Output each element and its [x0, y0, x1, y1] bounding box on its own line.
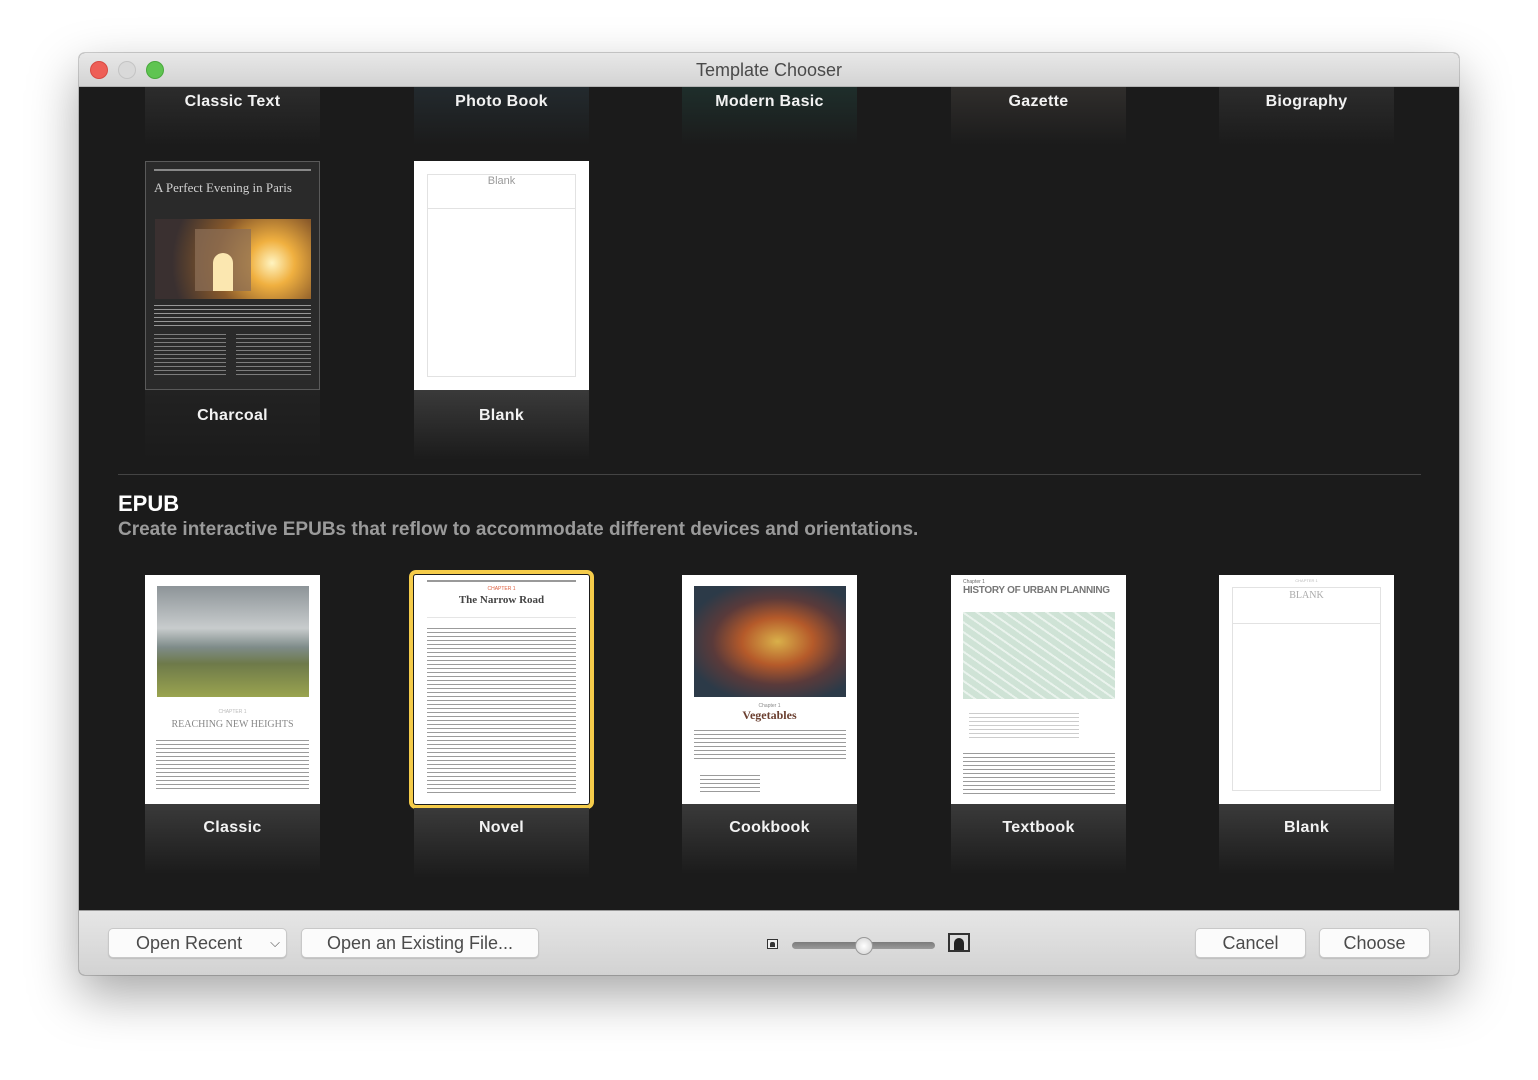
template-epub-textbook[interactable]: Chapter 1 HISTORY OF URBAN PLANNING Text…	[951, 575, 1126, 875]
preview-text	[154, 334, 226, 376]
person-silhouette	[954, 938, 964, 950]
template-label: Gazette	[1008, 93, 1069, 110]
template-thumbnail: Chapter 1 Vegetables	[682, 575, 857, 804]
title-bar: Template Chooser	[79, 53, 1459, 87]
template-thumbnail: A Perfect Evening in Paris	[145, 161, 320, 390]
template-reflection	[1219, 804, 1394, 874]
rule-line	[427, 617, 576, 618]
preview-image-city-map	[963, 612, 1115, 699]
template-reflection	[951, 804, 1126, 874]
large-thumbnail-icon[interactable]	[948, 933, 970, 952]
template-reflection	[145, 804, 320, 874]
chevron-down-icon: ⌵	[270, 935, 280, 950]
preview-text	[154, 305, 311, 329]
template-epub-blank[interactable]: CHAPTER 1 BLANK Blank	[1219, 575, 1394, 875]
template-label: Blank	[478, 407, 525, 424]
template-thumbnail: CHAPTER 1 BLANK	[1219, 575, 1394, 804]
header-divider	[1232, 623, 1381, 624]
preview-image-mountains	[157, 586, 309, 697]
preview-title: REACHING NEW HEIGHTS	[171, 719, 294, 730]
preview-chapter: CHAPTER 1	[487, 586, 516, 592]
template-gazette[interactable]: Gazette	[951, 87, 1126, 145]
template-classic-text[interactable]: Classic Text	[145, 87, 320, 145]
template-thumbnail: CHAPTER 1 REACHING NEW HEIGHTS	[145, 575, 320, 804]
template-blank[interactable]: Blank Blank	[414, 161, 589, 461]
page-frame	[427, 174, 576, 377]
template-thumbnail: Blank	[414, 161, 589, 390]
template-thumbnail-selected: CHAPTER 1 The Narrow Road	[409, 570, 594, 809]
template-chooser-window: Template Chooser Classic Text Photo Book…	[79, 53, 1459, 975]
slider-knob[interactable]	[854, 937, 873, 955]
template-epub-cookbook[interactable]: Chapter 1 Vegetables Cookbook	[682, 575, 857, 875]
template-label: Blank	[1283, 819, 1330, 836]
cancel-button[interactable]: Cancel	[1195, 928, 1306, 958]
preview-text	[963, 753, 1115, 797]
preview-title: Vegetables	[742, 708, 797, 722]
window-title: Template Chooser	[695, 60, 843, 80]
template-label: Classic	[203, 819, 262, 836]
arch-opening	[213, 253, 233, 291]
preview-chapter: CHAPTER 1	[218, 709, 247, 715]
template-thumbnail: Chapter 1 HISTORY OF URBAN PLANNING	[951, 575, 1126, 804]
bottom-toolbar: Open Recent ⌵ Open an Existing File... C…	[79, 910, 1459, 975]
section-description: Create interactive EPUBs that reflow to …	[118, 519, 919, 540]
header-divider	[427, 208, 576, 209]
template-label: Charcoal	[197, 407, 268, 424]
preview-title: The Narrow Road	[458, 594, 545, 606]
open-recent-label: Open Recent	[136, 933, 243, 953]
template-epub-classic[interactable]: CHAPTER 1 REACHING NEW HEIGHTS Classic	[145, 575, 320, 875]
small-thumbnail-icon[interactable]	[767, 939, 778, 949]
template-biography[interactable]: Biography	[1219, 87, 1394, 145]
preview-list	[700, 775, 760, 793]
template-charcoal[interactable]: A Perfect Evening in Paris Charcoal	[145, 161, 320, 461]
preview-title: A Perfect Evening in Paris	[154, 180, 292, 195]
preview-title: BLANK	[1289, 590, 1324, 601]
template-label: Classic Text	[184, 93, 281, 110]
page-frame	[1232, 587, 1381, 791]
template-label: Biography	[1265, 93, 1348, 110]
template-modern-basic[interactable]: Modern Basic	[682, 87, 857, 145]
preview-list	[969, 713, 1079, 739]
preview-chapter: CHAPTER 1	[1295, 578, 1318, 583]
template-grid[interactable]: Classic Text Photo Book Modern Basic Gaz…	[79, 87, 1459, 910]
template-reflection	[145, 390, 320, 460]
template-label: Cookbook	[729, 819, 810, 836]
template-reflection	[682, 804, 857, 874]
person-silhouette	[770, 942, 775, 947]
preview-image-vegetables	[694, 586, 846, 697]
choose-button[interactable]: Choose	[1319, 928, 1430, 958]
preview-text	[427, 628, 576, 793]
template-label: Photo Book	[455, 93, 548, 110]
preview-text	[236, 334, 311, 376]
template-label: Modern Basic	[715, 93, 824, 110]
preview-title: HISTORY OF URBAN PLANNING	[963, 585, 1110, 596]
preview-title: Blank	[487, 175, 516, 187]
section-divider	[118, 474, 1421, 475]
rule-line	[154, 169, 311, 171]
template-reflection	[414, 390, 589, 460]
template-epub-novel[interactable]: CHAPTER 1 The Narrow Road Novel	[409, 570, 594, 878]
open-recent-popup[interactable]: Open Recent ⌵	[108, 928, 287, 958]
template-photo-book[interactable]: Photo Book	[414, 87, 589, 145]
template-label: Novel	[478, 819, 525, 836]
preview-text	[694, 730, 846, 762]
rule-line	[427, 580, 576, 582]
section-title: EPUB	[118, 491, 180, 516]
preview-image-arc-de-triomphe	[155, 219, 311, 299]
preview-text	[156, 740, 309, 792]
template-label: Textbook	[1002, 819, 1075, 836]
open-existing-file-button[interactable]: Open an Existing File...	[301, 928, 539, 958]
